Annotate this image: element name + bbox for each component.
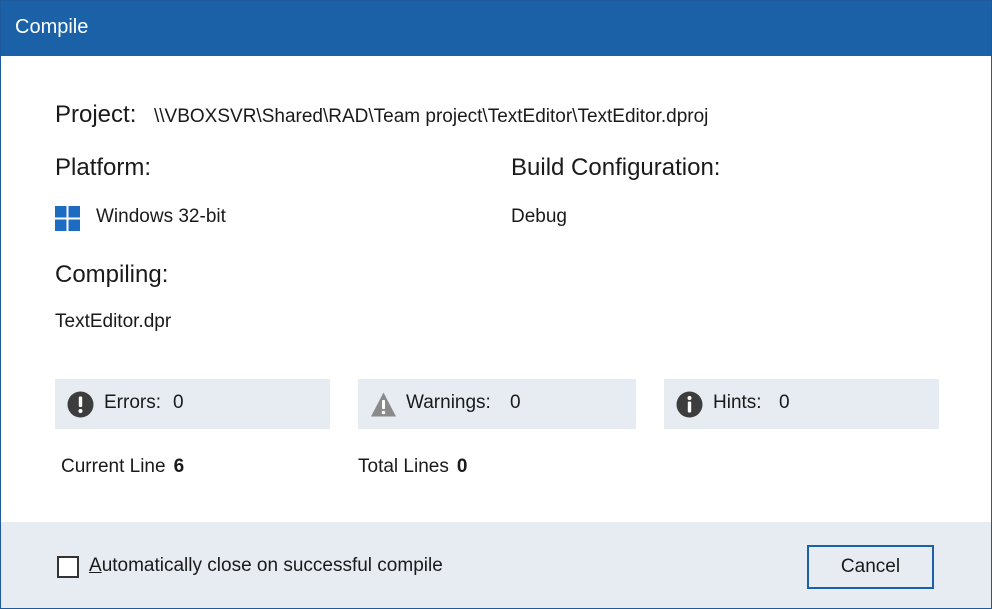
total-lines-label: Total Lines [358, 456, 449, 477]
cancel-button[interactable]: Cancel [807, 545, 934, 589]
total-lines: Total Lines 0 [358, 456, 467, 478]
warnings-label: Warnings: [406, 392, 491, 413]
dialog-footer: Automatically close on successful compil… [1, 522, 991, 608]
errors-label: Errors: [104, 392, 161, 413]
compiling-label: Compiling: [55, 261, 169, 288]
errors-panel: Errors: 0 [55, 379, 330, 429]
warnings-panel: Warnings: 0 [358, 379, 636, 429]
info-icon [676, 391, 703, 418]
build-configuration-value: Debug [511, 206, 567, 227]
title-bar[interactable]: Compile [1, 1, 991, 56]
error-icon [67, 391, 94, 418]
hints-count: 0 [779, 392, 790, 413]
compile-dialog: Compile Project: \\VBOXSVR\Shared\RAD\Te… [0, 0, 992, 609]
platform-value: Windows 32-bit [96, 206, 226, 227]
compiling-file: TextEditor.dpr [55, 311, 172, 332]
errors-count: 0 [173, 392, 184, 413]
warning-icon [371, 392, 396, 417]
current-line: Current Line 6 [61, 456, 184, 478]
build-configuration-label: Build Configuration: [511, 154, 721, 181]
current-line-value: 6 [173, 456, 185, 477]
project-path: \\VBOXSVR\Shared\RAD\Team project\TextEd… [154, 106, 709, 127]
platform-label: Platform: [55, 154, 152, 181]
window-title: Compile [15, 16, 89, 38]
auto-close-text: utomatically close on successful compile [101, 555, 443, 576]
auto-close-accelerator: A [89, 555, 102, 576]
warnings-count: 0 [510, 392, 521, 413]
total-lines-value: 0 [456, 456, 468, 477]
windows-logo-icon [55, 206, 80, 231]
project-label: Project: [55, 101, 137, 128]
current-line-label: Current Line [61, 456, 166, 477]
hints-panel: Hints: 0 [664, 379, 939, 429]
auto-close-checkbox[interactable] [57, 556, 79, 578]
hints-label: Hints: [713, 392, 762, 413]
auto-close-label[interactable]: Automatically close on successful compil… [89, 555, 443, 577]
